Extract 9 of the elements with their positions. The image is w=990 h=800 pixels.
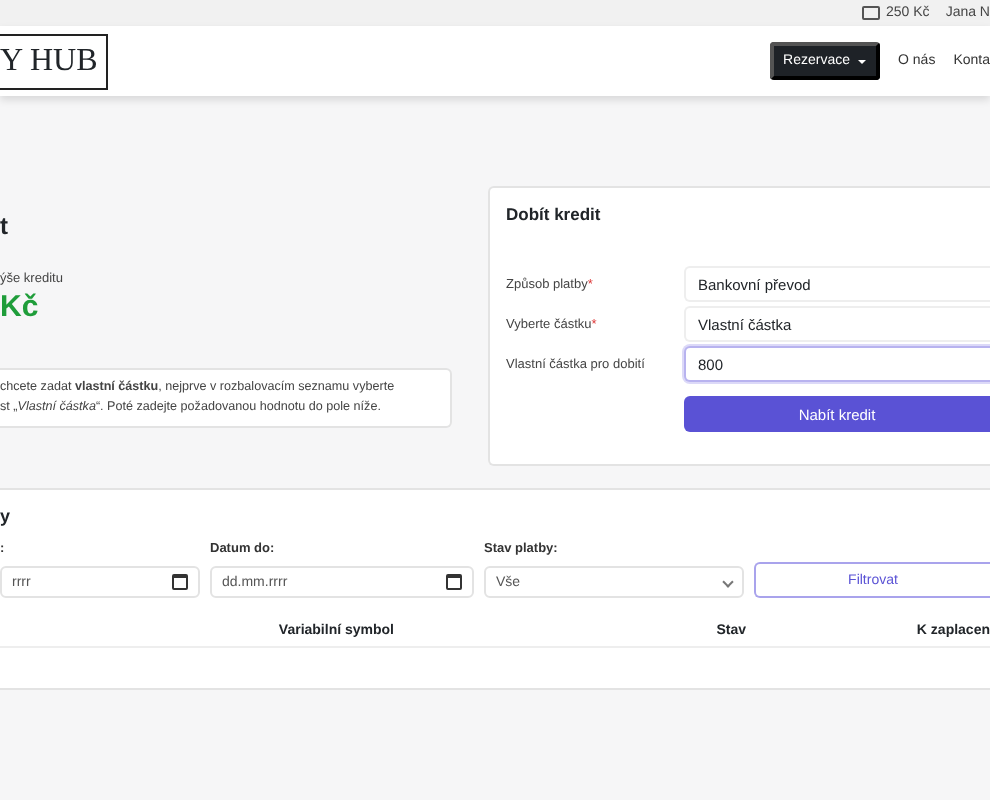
logo[interactable]: Y HUB bbox=[0, 33, 108, 89]
wallet-icon bbox=[862, 6, 881, 20]
page-title: t bbox=[0, 212, 10, 244]
balance-amount: Kč bbox=[0, 290, 41, 324]
calendar-icon[interactable] bbox=[172, 574, 188, 590]
calendar-icon[interactable] bbox=[446, 574, 462, 590]
chevron-icon bbox=[722, 576, 734, 588]
section-title: y bbox=[0, 506, 13, 530]
card-title: Dobít kredit bbox=[506, 204, 603, 224]
